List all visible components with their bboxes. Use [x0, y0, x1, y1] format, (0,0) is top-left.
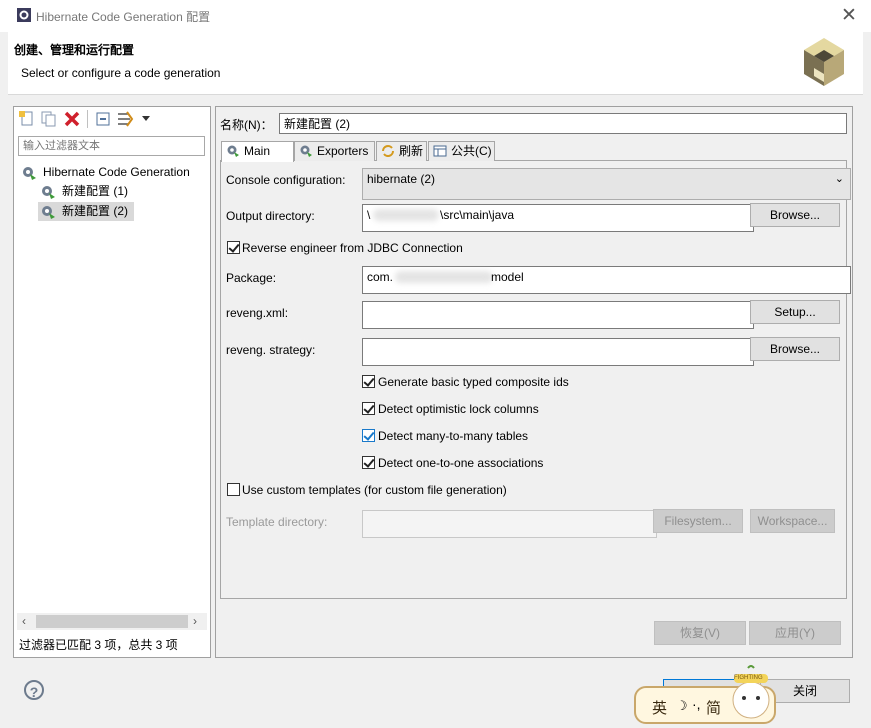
tree-root-label[interactable]: Hibernate Code Generation	[43, 163, 190, 181]
name-label: 名称(N)：	[220, 118, 273, 132]
reveng-xml-label: reveng.xml:	[226, 306, 289, 320]
toolbar-separator	[87, 110, 88, 128]
launch-config-icon	[42, 186, 55, 199]
template-directory-input[interactable]	[362, 510, 657, 538]
exporters-tab-icon	[300, 145, 312, 157]
close-window-icon[interactable]: ✕	[836, 3, 862, 29]
many-to-many-checkbox[interactable]	[362, 429, 375, 442]
reverse-engineer-checkbox[interactable]	[227, 241, 240, 254]
redacted-text	[395, 271, 493, 283]
composite-ids-label: Generate basic typed composite ids	[378, 375, 569, 389]
ime-toolbar[interactable]: 英 ☽ ·, 简 FIGHTING	[634, 665, 776, 724]
moon-icon: ☽	[676, 698, 688, 713]
apply-button[interactable]: 应用(Y)	[749, 621, 841, 645]
filesystem-button[interactable]: Filesystem...	[653, 509, 743, 533]
reveng-xml-input[interactable]	[362, 301, 754, 329]
output-directory-input[interactable]: \ \src\main\java	[362, 204, 754, 232]
help-icon[interactable]: ?	[24, 680, 44, 700]
filter-status-text: 过滤器已匹配 3 项，总共 3 项	[19, 638, 178, 652]
launch-config-icon	[42, 206, 55, 219]
ime-simplified-label[interactable]: 简	[706, 697, 721, 718]
reveng-strategy-label: reveng. strategy:	[226, 343, 316, 357]
tab-exporters-label: Exporters	[317, 144, 369, 158]
config-name-input[interactable]	[279, 113, 847, 134]
optimistic-lock-checkbox[interactable]	[362, 402, 375, 415]
tab-exporters[interactable]: Exporters	[294, 141, 375, 161]
punctuation-icon: ·,	[692, 696, 701, 712]
package-prefix: com.	[367, 270, 394, 284]
one-to-one-checkbox[interactable]	[362, 456, 375, 469]
common-tab-icon	[433, 145, 447, 157]
composite-ids-checkbox[interactable]	[362, 375, 375, 388]
tab-main-label: Main	[244, 144, 271, 158]
package-label: Package:	[226, 271, 277, 285]
filter-config-icon[interactable]	[116, 110, 134, 128]
console-config-value: hibernate (2)	[367, 172, 436, 186]
tab-main[interactable]: Main	[221, 141, 294, 162]
redacted-text	[373, 209, 439, 221]
window-title: Hibernate Code Generation 配置	[36, 10, 211, 24]
eclipse-app-icon	[17, 8, 31, 22]
header-title: 创建、管理和运行配置	[14, 43, 135, 57]
mascot-badge-text: FIGHTING	[734, 675, 763, 681]
output-browse-button[interactable]: Browse...	[750, 203, 840, 227]
strategy-browse-button[interactable]: Browse...	[750, 337, 840, 361]
custom-templates-label: Use custom templates (for custom file ge…	[242, 483, 507, 497]
many-to-many-label: Detect many-to-many tables	[378, 429, 529, 443]
custom-templates-checkbox[interactable]	[227, 483, 240, 496]
new-launch-config-icon[interactable]	[18, 110, 36, 128]
scroll-right-icon[interactable]: ›	[193, 614, 197, 628]
scrollbar-thumb[interactable]	[36, 615, 188, 628]
hibernate-codegen-icon	[23, 167, 36, 180]
reveng-strategy-input[interactable]	[362, 338, 754, 366]
output-dir-prefix: \	[367, 208, 371, 222]
main-tab-icon	[227, 145, 239, 157]
ime-mode-label[interactable]: 英	[652, 697, 667, 718]
one-to-one-label: Detect one-to-one associations	[378, 456, 544, 470]
scroll-left-icon[interactable]: ‹	[22, 614, 26, 628]
optimistic-lock-label: Detect optimistic lock columns	[378, 402, 539, 416]
mascot-icon	[732, 665, 770, 719]
filter-input[interactable]	[18, 136, 205, 156]
tab-refresh[interactable]: 刷新	[376, 141, 427, 161]
setup-button[interactable]: Setup...	[750, 300, 840, 324]
dialog-header	[8, 32, 863, 95]
duplicate-config-icon[interactable]	[40, 110, 58, 128]
tab-refresh-label: 刷新	[399, 144, 424, 158]
header-description: Select or configure a code generation	[21, 66, 221, 80]
revert-button[interactable]: 恢复(V)	[654, 621, 746, 645]
hibernate-cube-logo	[804, 38, 844, 86]
collapse-all-icon[interactable]	[94, 110, 112, 128]
toolbar-dropdown-icon[interactable]	[140, 110, 158, 128]
refresh-tab-icon	[382, 145, 394, 157]
output-dir-suffix: \src\main\java	[440, 208, 515, 222]
reverse-engineer-label: Reverse engineer from JDBC Connection	[242, 241, 463, 255]
tree-item-config-1[interactable]: 新建配置 (1)	[62, 182, 128, 200]
template-directory-label: Template directory:	[226, 515, 328, 529]
tab-common-label: 公共(C)	[451, 144, 492, 158]
console-config-label: Console configuration:	[226, 173, 346, 187]
tab-common[interactable]: 公共(C)	[428, 141, 495, 161]
output-directory-label: Output directory:	[226, 209, 315, 223]
package-input[interactable]: com. model	[362, 266, 851, 294]
package-suffix: model	[491, 270, 524, 284]
delete-config-icon[interactable]	[63, 110, 81, 128]
tree-item-config-2[interactable]: 新建配置 (2)	[62, 202, 128, 220]
console-config-select[interactable]: hibernate (2) ⌄	[362, 168, 851, 200]
workspace-button[interactable]: Workspace...	[750, 509, 835, 533]
chevron-down-icon: ⌄	[834, 173, 844, 185]
